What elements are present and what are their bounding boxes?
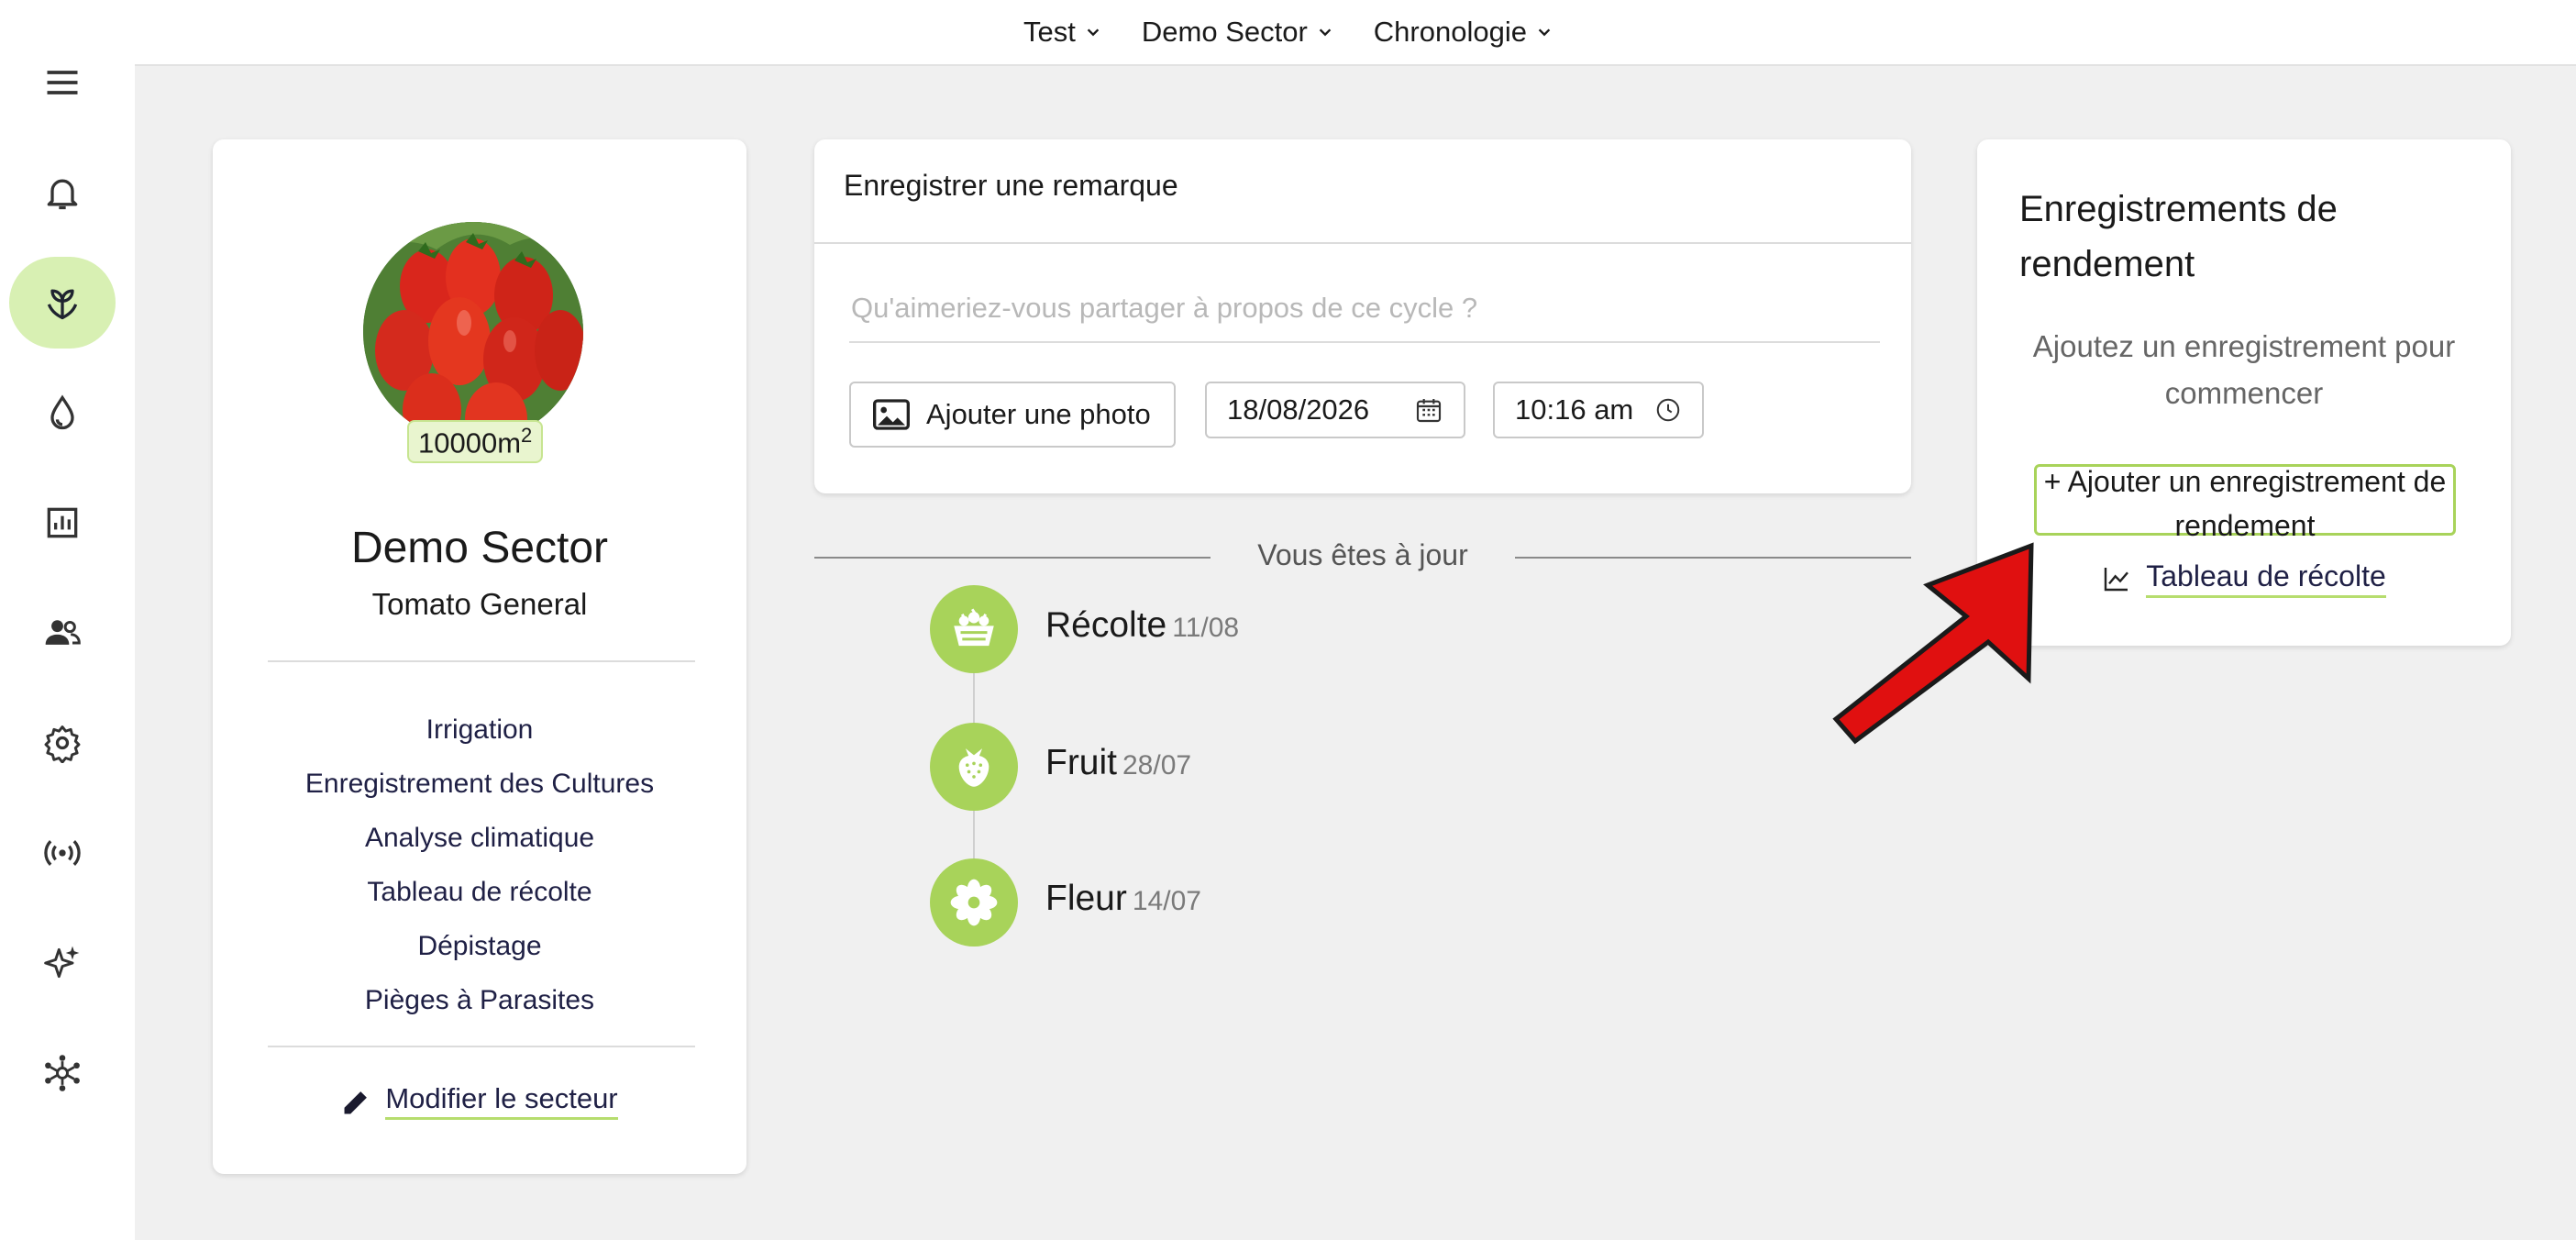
link-scouting[interactable]: Dépistage bbox=[213, 919, 746, 973]
link-climate-analysis[interactable]: Analyse climatique bbox=[213, 811, 746, 865]
line-chart-icon bbox=[2105, 568, 2129, 592]
sidebar bbox=[0, 0, 135, 1240]
bell-icon bbox=[47, 179, 78, 210]
add-yield-record-button[interactable]: + Ajouter un enregistrement de rendement bbox=[2034, 464, 2456, 542]
menu-button[interactable] bbox=[9, 37, 116, 128]
date-value: 18/08/2026 bbox=[1227, 393, 1370, 426]
divider bbox=[268, 1046, 695, 1047]
link-harvest-board[interactable]: Tableau de récolte bbox=[213, 865, 746, 919]
water-drop-icon bbox=[50, 394, 74, 430]
timeline-event[interactable]: Récolte 11/08 bbox=[1045, 605, 1239, 646]
area-value: 10000m bbox=[418, 426, 522, 459]
area-exponent: 2 bbox=[521, 424, 533, 447]
link-irrigation[interactable]: Irrigation bbox=[213, 703, 746, 757]
area-badge: 10000m2 bbox=[407, 420, 544, 464]
edit-sector-link[interactable]: Modifier le secteur bbox=[213, 1082, 746, 1120]
annotation-arrow-icon bbox=[1832, 542, 2034, 745]
calendar-icon bbox=[1416, 399, 1442, 423]
yield-records-card: Enregistrements de rendement Ajoutez un … bbox=[1977, 139, 2511, 646]
clock-icon bbox=[1656, 398, 1680, 422]
crop-photo bbox=[363, 222, 583, 442]
sector-links: Irrigation Enregistrement des Cultures A… bbox=[213, 703, 746, 1027]
add-photo-label: Ajouter une photo bbox=[926, 398, 1151, 430]
divider bbox=[814, 557, 1211, 559]
time-value: 10:16 am bbox=[1515, 393, 1634, 426]
sidebar-item-ai[interactable] bbox=[9, 917, 116, 1009]
link-pest-traps[interactable]: Pièges à Parasites bbox=[213, 973, 746, 1027]
harvest-chart-label: Tableau de récolte bbox=[2146, 559, 2386, 598]
harvest-basket-icon bbox=[954, 608, 994, 647]
timeline-event-icon bbox=[930, 858, 1018, 947]
users-icon bbox=[45, 620, 81, 645]
broadcast-icon bbox=[44, 840, 81, 866]
chevron-down-icon bbox=[1319, 28, 1332, 37]
sidebar-item-integrations[interactable] bbox=[9, 1027, 116, 1119]
strawberry-icon bbox=[958, 748, 989, 787]
chevron-down-icon bbox=[1087, 28, 1100, 37]
timeline-event-label: Récolte bbox=[1045, 605, 1167, 645]
bar-chart-icon bbox=[47, 507, 78, 538]
timeline-event-label: Fruit bbox=[1045, 743, 1117, 782]
image-icon bbox=[873, 399, 910, 430]
farm-selector-label: Test bbox=[1023, 16, 1076, 48]
remark-input[interactable] bbox=[849, 275, 1880, 343]
gear-icon bbox=[44, 725, 81, 763]
crop-name: Tomato General bbox=[371, 587, 588, 621]
timeline-event-label: Fleur bbox=[1045, 879, 1127, 918]
view-selector[interactable]: Chronologie bbox=[1374, 16, 1553, 49]
remark-title: Enregistrer une remarque bbox=[844, 169, 1178, 202]
divider bbox=[268, 660, 695, 662]
top-bar: Test Demo Sector Chronologie bbox=[0, 0, 2576, 66]
sidebar-item-sensors[interactable] bbox=[9, 807, 116, 899]
farm-selector[interactable]: Test bbox=[1023, 16, 1101, 49]
edit-sector-label: Modifier le secteur bbox=[385, 1082, 618, 1120]
sector-selector[interactable]: Demo Sector bbox=[1142, 16, 1333, 49]
view-selector-label: Chronologie bbox=[1373, 16, 1527, 48]
network-icon bbox=[45, 1055, 80, 1091]
pencil-icon bbox=[344, 1091, 368, 1113]
sidebar-item-users[interactable] bbox=[9, 587, 116, 679]
flower-icon bbox=[950, 879, 998, 926]
sparkles-icon bbox=[44, 946, 80, 979]
sector-name: Demo Sector bbox=[350, 524, 609, 572]
top-menu-group: Test Demo Sector Chronologie bbox=[0, 0, 2576, 64]
menu-icon bbox=[47, 71, 78, 94]
timeline-event-icon bbox=[930, 585, 1018, 673]
timeline-event[interactable]: Fruit 28/07 bbox=[1045, 743, 1191, 783]
sidebar-item-analytics[interactable] bbox=[9, 477, 116, 569]
yield-card-title: Enregistrements de rendement bbox=[2019, 189, 2338, 284]
add-photo-button[interactable]: Ajouter une photo bbox=[849, 382, 1176, 448]
divider bbox=[814, 242, 1911, 244]
sidebar-item-irrigation[interactable] bbox=[9, 367, 116, 459]
timeline-event-icon bbox=[930, 723, 1018, 811]
tomato-image bbox=[363, 222, 583, 442]
sidebar-item-settings[interactable] bbox=[9, 697, 116, 789]
sector-card: 10000m2 Demo Sector Tomato General Irrig… bbox=[213, 139, 746, 1174]
add-yield-record-label: + Ajouter un enregistrement de rendement bbox=[2043, 465, 2447, 542]
remark-card: Enregistrer une remarque Ajouter une pho… bbox=[814, 139, 1911, 493]
sprout-icon bbox=[47, 289, 78, 320]
yield-empty-text: Ajoutez un enregistrement pour commencer bbox=[2032, 329, 2456, 410]
timeline-event-date: 28/07 bbox=[1122, 750, 1192, 781]
timeline-status: Vous êtes à jour bbox=[1257, 538, 1468, 571]
harvest-chart-link[interactable]: Tableau de récolte bbox=[1977, 559, 2511, 598]
timeline-event[interactable]: Fleur 14/07 bbox=[1045, 879, 1201, 919]
sidebar-item-crops[interactable] bbox=[9, 257, 116, 349]
sidebar-item-notifications[interactable] bbox=[9, 147, 116, 238]
time-field[interactable]: 10:16 am bbox=[1493, 382, 1704, 438]
sector-selector-label: Demo Sector bbox=[1141, 16, 1308, 48]
timeline-event-date: 11/08 bbox=[1172, 613, 1240, 643]
chevron-down-icon bbox=[1538, 28, 1551, 37]
link-crop-records[interactable]: Enregistrement des Cultures bbox=[213, 757, 746, 811]
timeline-event-date: 14/07 bbox=[1132, 886, 1201, 916]
date-field[interactable]: 18/08/2026 bbox=[1205, 382, 1465, 438]
